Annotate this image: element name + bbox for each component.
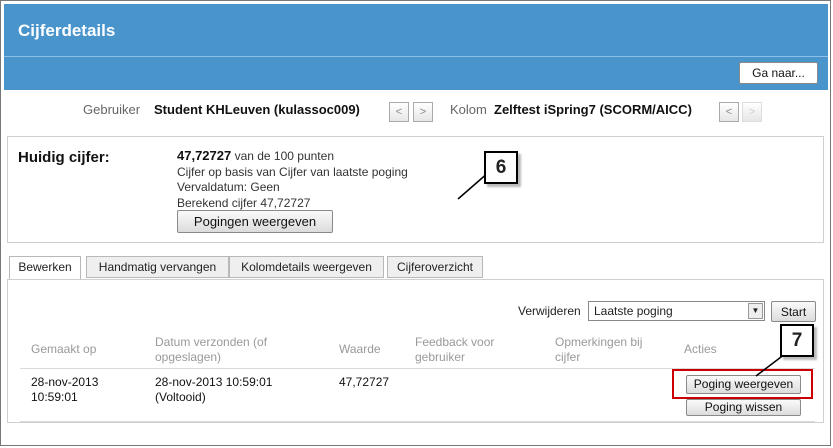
grade-basis: Cijfer op basis van Cijfer van laatste p… [177, 165, 408, 179]
prev-user-button[interactable]: < [389, 102, 409, 122]
callout-7: 7 [780, 324, 814, 357]
start-button[interactable]: Start [771, 301, 816, 322]
col-header-submitted: Datum verzonden (of opgeslagen) [155, 335, 268, 364]
grade-due-date: Vervaldatum: Geen [177, 180, 280, 194]
next-column-button[interactable]: > [742, 102, 762, 122]
view-attempts-button[interactable]: Pogingen weergeven [177, 210, 333, 233]
chevron-down-icon[interactable]: ▼ [748, 303, 763, 319]
cell-value: 47,72727 [339, 375, 390, 389]
grade-score-line: 47,72727 van de 100 punten [177, 148, 334, 163]
tab-handmatig-vervangen[interactable]: Handmatig vervangen [86, 256, 229, 278]
clear-attempt-button[interactable]: Poging wissen [686, 399, 801, 416]
tab-bewerken[interactable]: Bewerken [9, 256, 81, 280]
delete-select[interactable]: Laatste poging ▼ [588, 301, 765, 321]
user-value: Student KHLeuven (kulassoc009) [154, 102, 360, 117]
cell-made-on: 28-nov-2013 10:59:01 [31, 375, 99, 404]
title-bar: Cijferdetails [4, 4, 828, 56]
row-divider [20, 421, 815, 422]
goto-button[interactable]: Ga naar... [739, 62, 818, 84]
delete-label: Verwijderen [518, 304, 581, 318]
col-header-feedback: Feedback voor gebruiker [415, 335, 495, 364]
col-header-made-on: Gemaakt op [31, 342, 97, 356]
next-user-button[interactable]: > [413, 102, 433, 122]
prev-column-button[interactable]: < [719, 102, 739, 122]
grade-score-suffix: van de 100 punten [231, 149, 334, 163]
tab-cijferoverzicht[interactable]: Cijferoverzicht [387, 256, 483, 278]
col-header-actions: Acties [684, 342, 717, 356]
delete-select-value: Laatste poging [594, 304, 673, 318]
page-title: Cijferdetails [18, 21, 116, 40]
user-label: Gebruiker [83, 102, 141, 117]
current-grade-panel: Huidig cijfer: [7, 136, 824, 243]
action-bar [4, 56, 828, 90]
cell-submitted: 28-nov-2013 10:59:01 (Voltooid) [155, 375, 273, 404]
grade-score: 47,72727 [177, 148, 232, 163]
col-header-value: Waarde [339, 342, 381, 356]
column-value: Zelftest iSpring7 (SCORM/AICC) [494, 102, 692, 117]
callout-6: 6 [484, 151, 518, 184]
grade-calculated: Berekend cijfer 47,72727 [177, 196, 311, 210]
col-header-notes: Opmerkingen bij cijfer [555, 335, 643, 364]
current-grade-heading: Huidig cijfer: [18, 149, 110, 166]
tab-kolomdetails[interactable]: Kolomdetails weergeven [229, 256, 384, 278]
column-label: Kolom [450, 102, 487, 117]
